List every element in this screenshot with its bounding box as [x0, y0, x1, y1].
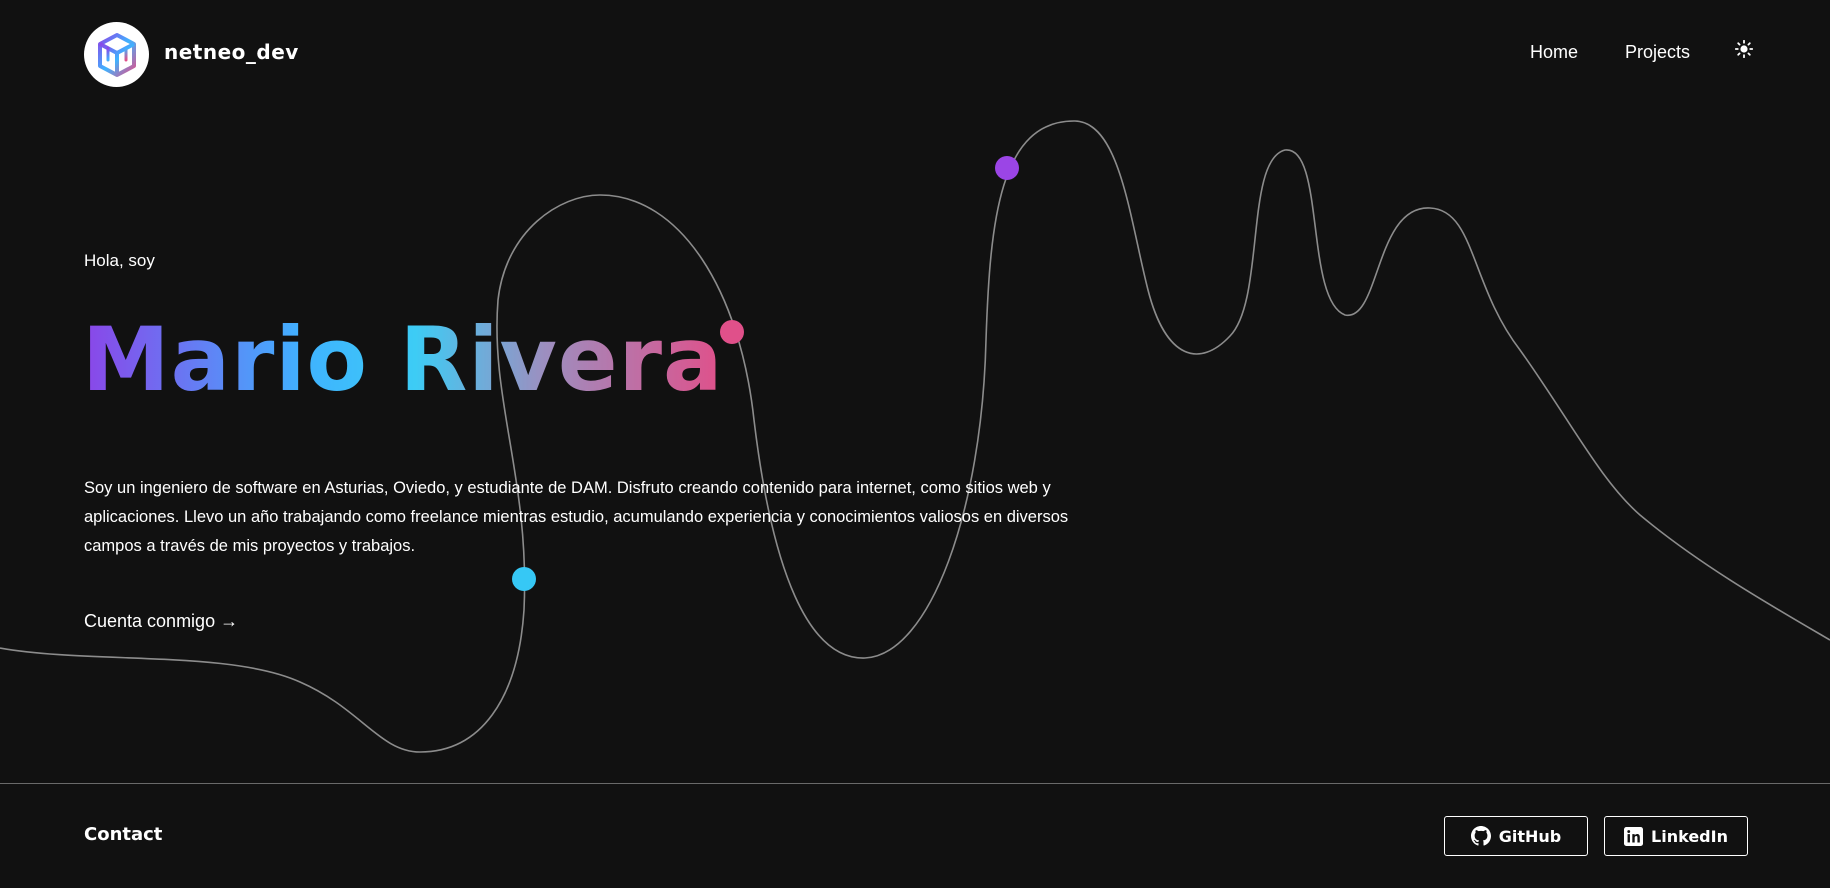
- nav-home[interactable]: Home: [1530, 42, 1578, 63]
- contact-cta-link[interactable]: Cuenta conmigo →: [84, 611, 238, 632]
- github-icon: [1470, 826, 1491, 846]
- nav-projects[interactable]: Projects: [1625, 42, 1690, 63]
- theme-toggle-button[interactable]: [1733, 38, 1755, 60]
- linkedin-icon: [1624, 826, 1644, 846]
- wave-dot-pink: [720, 320, 744, 344]
- brand-name[interactable]: netneo_dev: [164, 40, 299, 64]
- page: netneo_dev Home Projects Hola, soy Mario: [0, 0, 1830, 888]
- hero-description: Soy un ingeniero de software en Asturias…: [84, 479, 1069, 555]
- hero-greeting: Hola, soy: [84, 251, 155, 270]
- footer-title: Contact: [84, 824, 163, 845]
- hero-name: Mario Rivera: [82, 308, 724, 411]
- sun-icon: [1735, 40, 1753, 58]
- footer-divider: [0, 783, 1830, 784]
- cube-logo-icon: [97, 32, 136, 77]
- linkedin-label: LinkedIn: [1651, 826, 1728, 846]
- linkedin-button[interactable]: LinkedIn: [1604, 816, 1748, 856]
- wave-dot-purple: [995, 156, 1019, 180]
- github-label: GitHub: [1498, 826, 1562, 846]
- wave-dot-cyan: [512, 567, 536, 591]
- site-header: netneo_dev Home Projects: [0, 0, 1830, 108]
- wave-path: [0, 120, 1830, 753]
- github-button[interactable]: GitHub: [1444, 816, 1588, 856]
- logo[interactable]: [84, 22, 149, 87]
